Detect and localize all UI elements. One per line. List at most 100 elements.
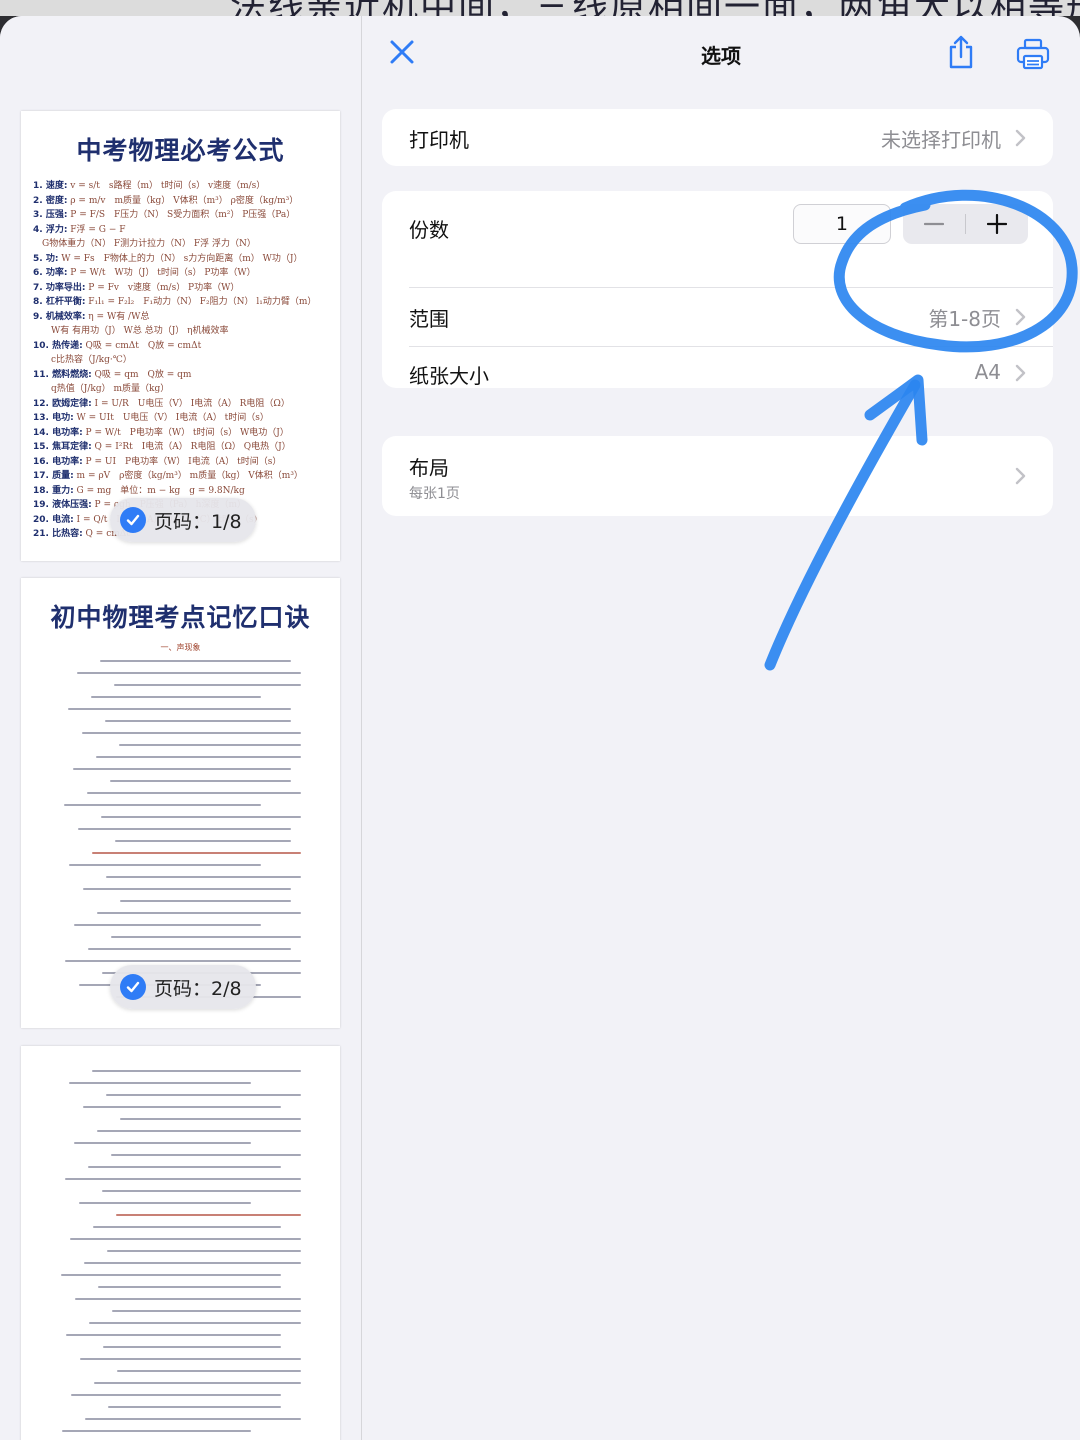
printer-row[interactable]: 打印机 未选择打印机 <box>382 109 1053 166</box>
range-row[interactable]: 范围 第1-8页 <box>382 288 1053 346</box>
paper-size-label: 纸张大小 <box>409 364 489 388</box>
handwritten-text-block <box>21 660 340 1008</box>
thumbnail-formula-list: 1. 速度: v = s/t s路程（m） t时间（s） v速度（m/s） 2. … <box>33 179 328 542</box>
increment-button[interactable] <box>966 204 1028 244</box>
formula-value: I = U/R U电压（V） I电流（A） R电阻（Ω） <box>91 398 290 409</box>
formula-value: W = UIt U电压（V） I电流（A） t时间（s） <box>73 413 269 423</box>
page-badge-2[interactable]: 页码：2/8 <box>110 965 256 1009</box>
background-text: 法线亲近机中间，三线原相间一面，两角大以相等形， <box>230 0 1080 16</box>
share-button[interactable] <box>946 34 976 70</box>
formula-line: 5. 功: W = Fs F物体上的力（N） s力方向距离（m） W功（J） <box>33 252 328 267</box>
checkmark-icon <box>120 974 146 1000</box>
handwritten-line <box>61 1274 281 1276</box>
formula-key: 1. 速度: <box>33 181 68 191</box>
copies-label: 份数 <box>409 217 449 242</box>
handwritten-line <box>85 1418 301 1420</box>
handwritten-line <box>91 696 261 698</box>
page-badge-label: 页码：2/8 <box>154 977 242 1000</box>
formula-value: Q = I²Rt I电流（A） R电阻（Ω） Q电热（J） <box>91 442 291 452</box>
handwritten-line <box>83 888 291 890</box>
formula-value: F₁l₁ = F₂l₂ F₁动力（N） F₂阻力（N） l₁动力臂（m） <box>85 297 317 307</box>
formula-value: W有 有用功（J） W总 总功（J） η机械效率 <box>33 326 229 336</box>
handwritten-line <box>69 864 261 866</box>
formula-line: 7. 功率导出: P = Fv v速度（m/s） P功率（W） <box>33 281 328 296</box>
formula-line: 16. 电功率: P = UI P电功率（W） I电流（A） t时间（s） <box>33 455 328 470</box>
formula-line: 14. 电功率: P = W/t P电功率（W） t时间（s） W电功（J） <box>33 426 328 441</box>
handwritten-line <box>78 828 291 830</box>
handwritten-line <box>112 1310 301 1312</box>
handwritten-line <box>116 1214 301 1216</box>
formula-value: Q吸 = cmΔt Q放 = cmΔt <box>82 340 202 351</box>
chevron-right-icon <box>1015 308 1026 326</box>
handwritten-line <box>73 768 291 770</box>
handwritten-line <box>120 900 291 902</box>
formula-line: W有 有用功（J） W总 总功（J） η机械效率 <box>33 324 328 339</box>
handwritten-line <box>65 1178 301 1180</box>
formula-line: c比热容（J/kg·℃） <box>33 353 328 368</box>
formula-key: 8. 杠杆平衡: <box>33 297 86 307</box>
formula-value: W = Fs F物体上的力（N） s力方向距离（m） W功（J） <box>58 253 303 264</box>
formula-key: 15. 焦耳定律: <box>33 442 92 452</box>
formula-key: 9. 机械效率: <box>33 311 86 322</box>
printer-value: 未选择打印机 <box>881 127 1001 152</box>
page-thumbnail-3[interactable] <box>21 1046 340 1440</box>
formula-key: 2. 密度: <box>33 195 68 206</box>
handwritten-line <box>88 948 291 950</box>
paper-size-row[interactable]: 纸张大小 A4 <box>382 347 1053 388</box>
print-button[interactable] <box>1016 38 1050 70</box>
handwritten-line <box>100 660 291 662</box>
formula-key: 20. 电流: <box>33 514 74 525</box>
formula-line: 11. 燃料燃烧: Q吸 = qm Q放 = qm <box>33 368 328 383</box>
handwritten-line <box>105 720 291 722</box>
formula-line: 15. 焦耳定律: Q = I²Rt I电流（A） R电阻（Ω） Q电热（J） <box>33 440 328 455</box>
layout-label: 布局 <box>409 456 449 480</box>
formula-value: v = s/t s路程（m） t时间（s） v速度（m/s） <box>67 181 266 191</box>
handwritten-line <box>106 876 301 878</box>
layout-row[interactable]: 布局 每张1页 <box>382 436 1053 516</box>
handwritten-line <box>97 1130 301 1132</box>
handwritten-line <box>101 816 301 818</box>
formula-value: P = W/t W功（J） t时间（s） P功率（W） <box>67 268 256 278</box>
handwritten-line <box>102 1190 301 1192</box>
page-badge-1[interactable]: 页码：1/8 <box>110 498 256 542</box>
formula-value: G物体重力（N） F测力计拉力（N） F浮 浮力（N） <box>33 239 256 249</box>
formula-line: 6. 功率: P = W/t W功（J） t时间（s） P功率（W） <box>33 266 328 281</box>
handwritten-line <box>69 1082 251 1084</box>
formula-line: q热值（J/kg） m质量（kg） <box>33 382 328 397</box>
formula-key: 18. 重力: <box>33 485 74 496</box>
handwritten-line <box>96 756 301 758</box>
formula-value: c比热容（J/kg·℃） <box>33 355 132 365</box>
formula-value: P = UI P电功率（W） I电流（A） t时间（s） <box>82 456 282 467</box>
formula-value: m = ρV ρ密度（kg/m³） m质量（kg） V体积（m³） <box>73 471 303 481</box>
formula-line: 9. 机械效率: η = W有 /W总 <box>33 310 328 325</box>
handwritten-line <box>83 1106 281 1108</box>
handwritten-line <box>120 1118 301 1120</box>
handwritten-line <box>111 1154 301 1156</box>
share-icon <box>949 35 973 69</box>
handwritten-line <box>103 1346 281 1348</box>
formula-key: 11. 燃料燃烧: <box>33 369 92 380</box>
handwritten-line <box>92 852 301 854</box>
formula-line: 8. 杠杆平衡: F₁l₁ = F₂l₂ F₁动力（N） F₂阻力（N） l₁动… <box>33 295 328 310</box>
formula-value: q热值（J/kg） m质量（kg） <box>33 384 170 394</box>
handwritten-line <box>74 924 261 926</box>
handwritten-line <box>64 804 261 806</box>
handwritten-line <box>98 1286 281 1288</box>
formula-key: 17. 质量: <box>33 471 74 481</box>
decrement-button[interactable] <box>903 204 965 244</box>
handwritten-line <box>110 780 291 782</box>
page-thumbnail-2[interactable]: 初中物理考点记忆口诀 一、声现象 <box>21 578 340 1028</box>
layout-subtitle: 每张1页 <box>409 486 460 502</box>
formula-value: η = W有 /W总 <box>85 311 150 322</box>
handwritten-line <box>84 1262 301 1264</box>
range-label: 范围 <box>409 306 449 331</box>
options-panel: 选项 打印机 未选择打印机 份数 1 范围 第1-8页 纸张大小 A4 布局 每… <box>362 16 1080 1440</box>
page-thumbnail-1[interactable]: 中考物理必考公式 1. 速度: v = s/t s路程（m） t时间（s） v速… <box>21 111 340 561</box>
handwritten-line <box>114 684 301 686</box>
thumbnail-title: 中考物理必考公式 <box>76 136 285 165</box>
copies-field[interactable]: 1 <box>793 204 891 244</box>
handwritten-line <box>117 1370 301 1372</box>
printer-icon <box>1016 38 1050 70</box>
formula-key: 13. 电功: <box>33 413 74 423</box>
handwritten-line <box>70 1238 301 1240</box>
